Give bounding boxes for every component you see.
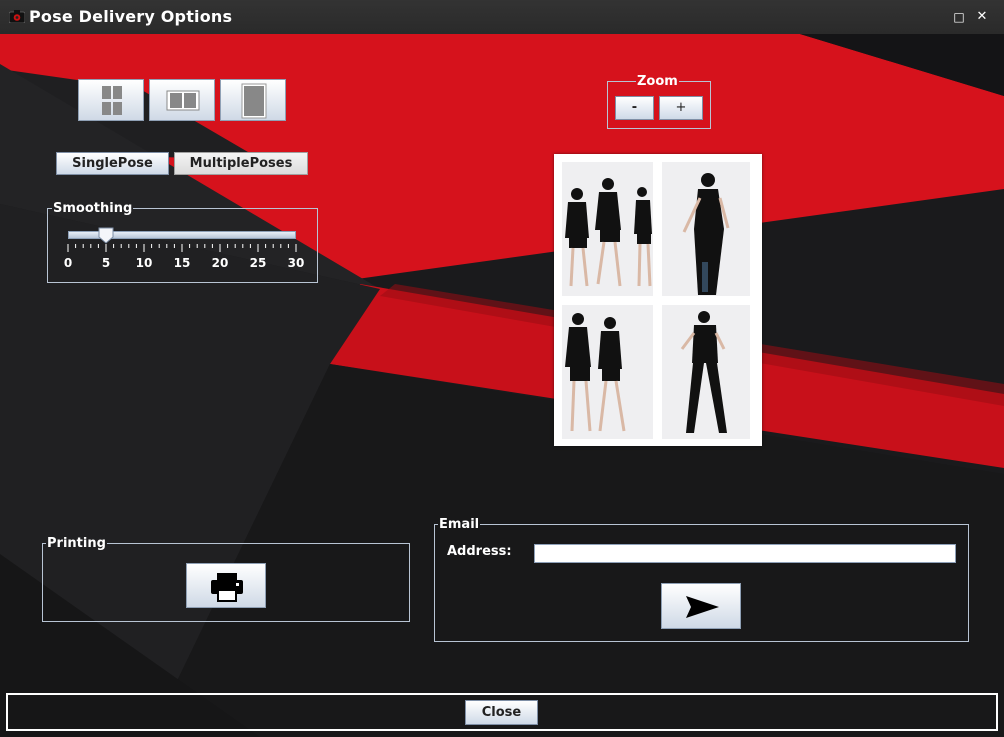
smoothing-label: Smoothing (53, 201, 133, 216)
maximize-button[interactable]: □ (952, 10, 966, 24)
single-pose-button[interactable]: SinglePose (56, 152, 169, 175)
layout-grid-button[interactable] (78, 79, 144, 121)
slider-tick-label: 25 (249, 256, 267, 270)
camera-icon (9, 10, 25, 23)
pose-photo-4 (662, 305, 750, 439)
zoom-in-button[interactable]: + (659, 96, 703, 120)
slider-tick-label: 15 (173, 256, 191, 270)
smoothing-slider-ticks (67, 244, 297, 252)
smoothing-slider-thumb[interactable] (98, 227, 114, 244)
title-bar: Pose Delivery Options □ ✕ (0, 0, 1004, 34)
layout-two-panel-button[interactable] (149, 79, 215, 121)
slider-tick-label: 30 (287, 256, 305, 270)
window-title: Pose Delivery Options (29, 7, 233, 26)
print-button[interactable] (186, 563, 266, 608)
email-address-input[interactable] (534, 544, 956, 563)
close-window-button[interactable]: ✕ (975, 10, 989, 24)
slider-tick-label: 10 (135, 256, 153, 270)
slider-tick-label: 20 (211, 256, 229, 270)
send-email-button[interactable] (661, 583, 741, 629)
zoom-label: Zoom (637, 74, 678, 89)
pose-photo-1 (562, 162, 653, 296)
smoothing-group: Smoothing (47, 201, 318, 283)
pose-preview (554, 154, 762, 446)
printer-icon (211, 573, 243, 602)
printing-label: Printing (47, 536, 106, 551)
single-panel-icon (241, 83, 267, 119)
slider-tick-label: 5 (101, 256, 111, 270)
zoom-out-button[interactable]: - (615, 96, 654, 120)
send-arrow-icon (686, 596, 719, 618)
pose-photo-2 (662, 162, 750, 296)
multiple-poses-button[interactable]: MultiplePoses (174, 152, 308, 175)
two-panel-icon (166, 90, 200, 111)
pose-photo-3 (562, 305, 653, 439)
layout-single-button[interactable] (220, 79, 286, 121)
grid-2x2-icon (102, 86, 122, 115)
close-button[interactable]: Close (465, 700, 538, 725)
address-label: Address: (447, 544, 512, 559)
email-label: Email (439, 517, 480, 532)
slider-tick-label: 0 (63, 256, 73, 270)
